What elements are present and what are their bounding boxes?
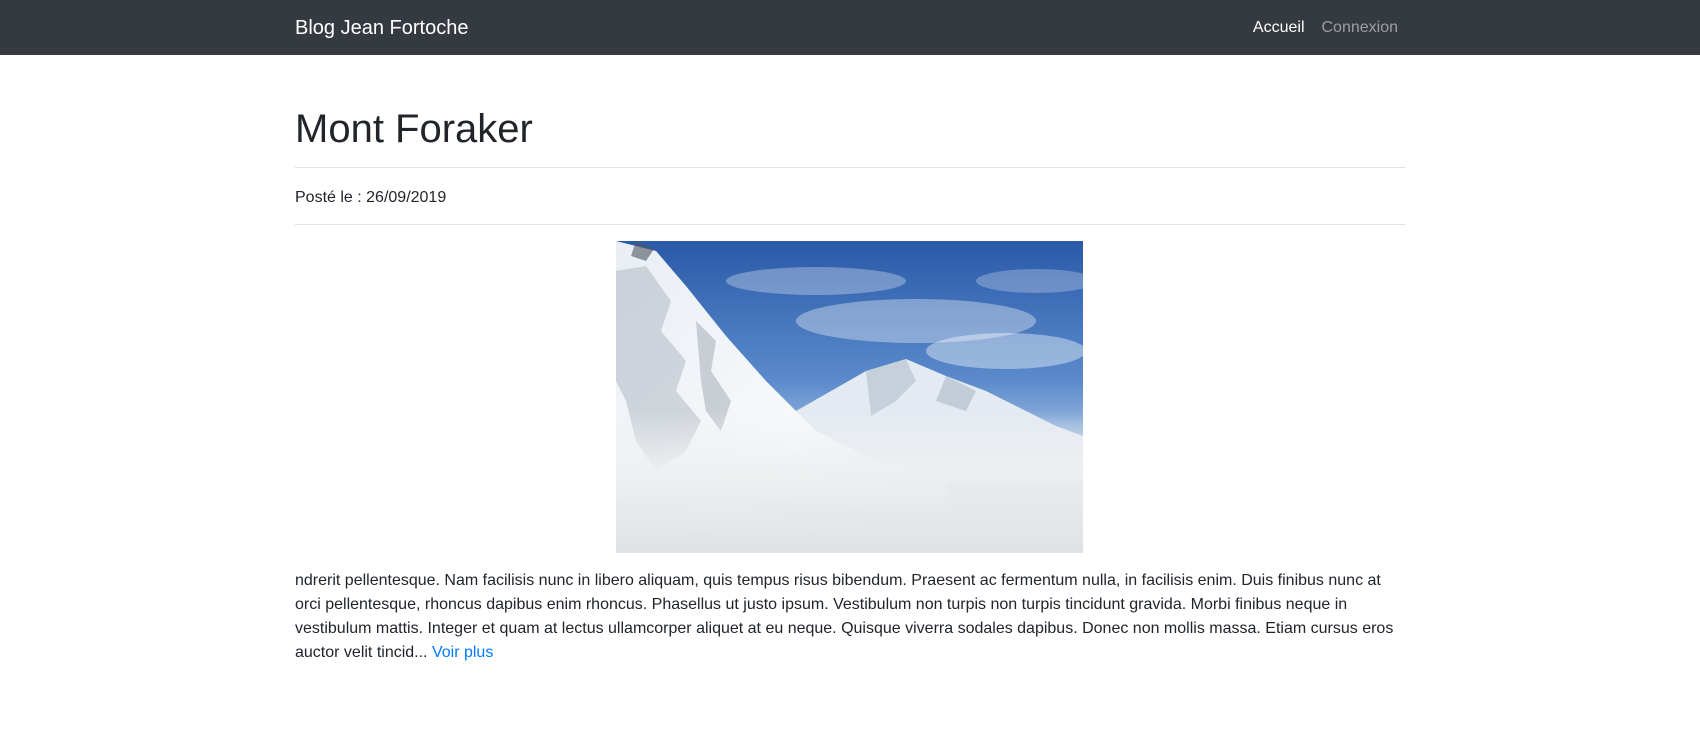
nav-link-connexion[interactable]: Connexion (1322, 17, 1399, 39)
post-image (616, 241, 1083, 553)
read-more-link[interactable]: Voir plus (432, 644, 493, 661)
nav-link-accueil[interactable]: Accueil (1253, 17, 1305, 39)
post-excerpt: ndrerit pellentesque. Nam facilisis nunc… (295, 569, 1405, 665)
post-date: Posté le : 26/09/2019 (295, 189, 447, 206)
top-navbar: Blog Jean Fortoche Accueil Connexion (0, 0, 1700, 55)
divider (295, 167, 1405, 168)
nav-links: Accueil Connexion (1253, 17, 1398, 39)
brand-link[interactable]: Blog Jean Fortoche (295, 15, 468, 41)
post-title: Mont Foraker (295, 107, 533, 151)
divider (295, 224, 1405, 225)
